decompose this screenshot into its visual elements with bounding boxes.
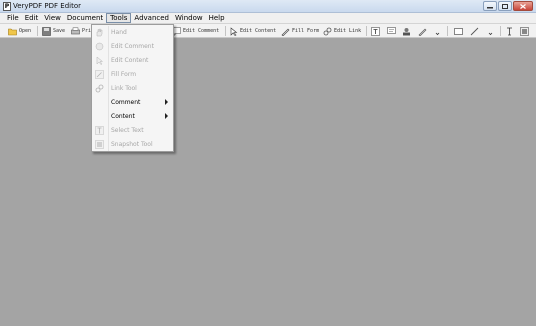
menu-item-label: Hand [111, 29, 127, 36]
fill-form-label: Fill Form [292, 28, 320, 34]
submenu-arrow-icon [165, 99, 168, 105]
pencil-tool-button[interactable] [418, 26, 427, 36]
snapshot-tool-button[interactable] [520, 26, 529, 36]
select-text-tool-button[interactable] [505, 26, 514, 36]
submenu-arrow-icon [165, 113, 168, 119]
fill-form-icon [281, 28, 290, 36]
menu-view[interactable]: View [41, 13, 64, 23]
edit-link-label: Edit Link [334, 28, 362, 34]
menu-advanced[interactable]: Advanced [131, 13, 172, 23]
select-text-icon [507, 27, 512, 35]
more-shapes-dropdown-button[interactable] [488, 26, 493, 36]
toolbar-separator [366, 26, 367, 36]
menu-item-label: Link Tool [111, 85, 137, 92]
edit-comment-icon [95, 42, 104, 51]
menu-item-label: Snapshot Tool [111, 141, 153, 148]
toolbar-separator [500, 26, 501, 36]
edit-content-button[interactable]: Edit Content [229, 26, 276, 36]
close-icon [520, 3, 526, 9]
stamp-icon [403, 27, 410, 35]
menu-file[interactable]: File [4, 13, 22, 23]
print-icon [71, 27, 80, 34]
menu-bar: File Edit View Document Tools Advanced W… [0, 13, 536, 24]
menu-item-label: Fill Form [111, 71, 137, 78]
more-dropdown-button[interactable] [435, 26, 440, 36]
menu-item-edit-comment[interactable]: Edit Comment [92, 40, 173, 53]
note-tool-button[interactable] [387, 26, 396, 36]
open-button[interactable]: Open [8, 26, 31, 36]
fill-form-icon [95, 70, 104, 79]
maximize-icon [502, 3, 508, 9]
edit-link-icon [323, 27, 332, 35]
note-icon [387, 26, 396, 34]
close-button[interactable] [513, 1, 533, 11]
open-folder-icon [8, 28, 17, 35]
minimize-button[interactable] [483, 1, 497, 11]
text-box-tool-button[interactable] [371, 26, 380, 36]
window-title: VeryPDF PDF Editor [13, 2, 82, 10]
stamp-tool-button[interactable] [402, 26, 411, 36]
minimize-icon [487, 6, 493, 8]
toolbar-separator [225, 26, 226, 36]
menu-help[interactable]: Help [206, 13, 228, 23]
menu-window[interactable]: Window [172, 13, 206, 23]
menu-item-select-text[interactable]: Select Text [92, 124, 173, 137]
chevron-down-icon [435, 32, 440, 35]
menu-item-label: Content [111, 113, 135, 120]
edit-comment-label: Edit Comment [183, 28, 220, 34]
menu-tools[interactable]: Tools [106, 13, 132, 23]
toolbar-separator [447, 26, 448, 36]
save-button[interactable]: Save [42, 26, 65, 36]
select-text-icon [95, 126, 104, 135]
snapshot-icon [520, 26, 529, 36]
app-logo-icon: P [3, 2, 11, 11]
toolbar: Open Save Pri Edit Comment Edit Content … [0, 24, 536, 38]
menu-item-label: Select Text [111, 127, 144, 134]
menu-item-snapshot-tool[interactable]: Snapshot Tool [92, 138, 173, 151]
menu-item-link-tool[interactable]: Link Tool [92, 82, 173, 95]
menu-item-edit-content[interactable]: Edit Content [92, 54, 173, 67]
menu-item-content[interactable]: Content [92, 110, 173, 123]
tools-menu: Hand Edit Comment Edit Content Fill Form… [91, 24, 174, 152]
pencil-icon [418, 28, 427, 36]
line-tool-button[interactable] [470, 26, 479, 36]
menu-item-label: Comment [111, 99, 141, 106]
menu-item-fill-form[interactable]: Fill Form [92, 68, 173, 81]
document-workspace[interactable] [0, 39, 536, 326]
menu-item-comment[interactable]: Comment [92, 96, 173, 109]
edit-content-label: Edit Content [240, 28, 277, 34]
text-box-icon [371, 26, 380, 36]
print-button[interactable]: Pri [71, 26, 91, 36]
menu-item-hand[interactable]: Hand [92, 26, 173, 39]
edit-content-icon [230, 26, 238, 36]
menu-item-label: Edit Comment [111, 43, 154, 50]
line-icon [470, 27, 479, 35]
snapshot-icon [95, 140, 104, 149]
chevron-down-icon [488, 32, 493, 35]
save-icon [42, 26, 51, 36]
maximize-button[interactable] [498, 1, 512, 11]
open-label: Open [19, 28, 32, 34]
rectangle-icon [454, 27, 463, 35]
hand-icon [96, 28, 103, 37]
edit-content-icon [96, 56, 104, 65]
menu-item-label: Edit Content [111, 57, 149, 64]
toolbar-separator [37, 26, 38, 36]
edit-link-button[interactable]: Edit Link [323, 26, 361, 36]
fill-form-button[interactable]: Fill Form [281, 26, 319, 36]
menu-edit[interactable]: Edit [22, 13, 42, 23]
save-label: Save [53, 28, 66, 34]
edit-comment-button[interactable]: Edit Comment [172, 26, 219, 36]
print-label: Pri [82, 28, 92, 34]
menu-document[interactable]: Document [64, 13, 106, 23]
rectangle-tool-button[interactable] [454, 26, 463, 36]
window-controls [483, 1, 533, 11]
title-bar: P VeryPDF PDF Editor [0, 0, 536, 13]
link-icon [95, 84, 104, 93]
